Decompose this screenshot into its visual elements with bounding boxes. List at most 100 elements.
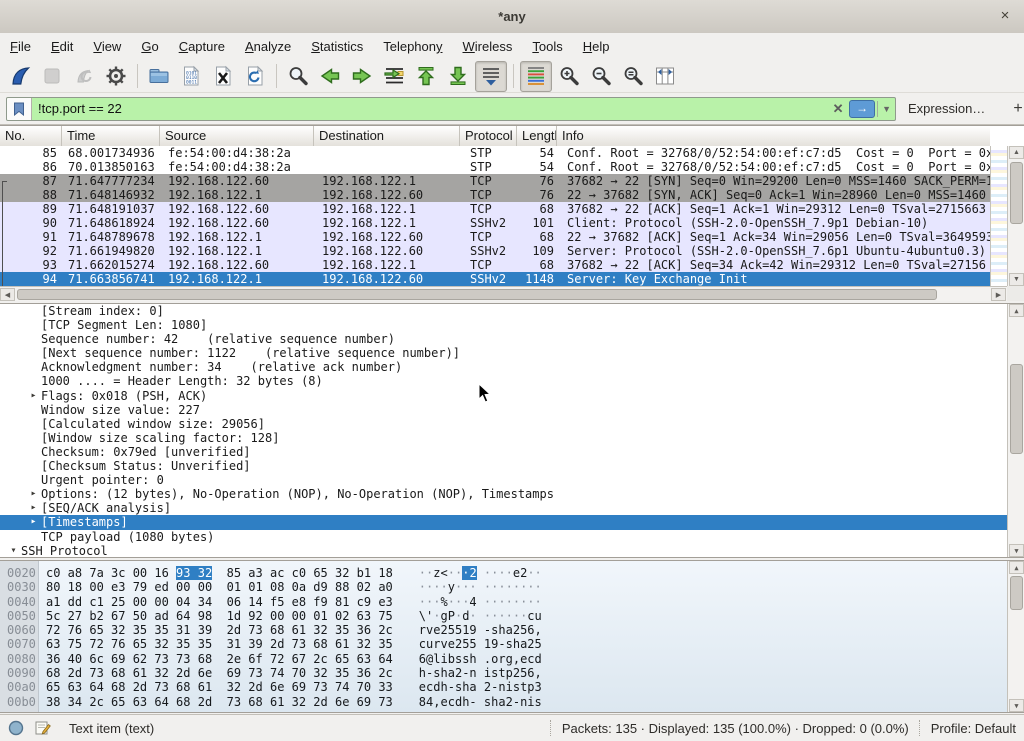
scrollbar-thumb[interactable]	[1010, 162, 1023, 224]
packet-list-hscrollbar[interactable]: ◀ ▶	[0, 286, 1007, 301]
detail-line[interactable]: ▸[Timestamps]	[0, 515, 1024, 529]
hex-bytes[interactable]: 63 75 72 76 65 32 35 35 31 39 2d 73 68 6…	[38, 637, 393, 651]
ascii-bytes[interactable]: rve25519 -sha256,	[393, 623, 542, 637]
reload-file-button[interactable]	[240, 62, 270, 91]
menu-go[interactable]: Go	[131, 35, 168, 58]
go-last-button[interactable]	[443, 62, 473, 91]
scroll-right-button[interactable]: ▶	[991, 288, 1006, 301]
menu-tools[interactable]: Tools	[522, 35, 572, 58]
detail-line[interactable]: Window size value: 227	[0, 403, 1024, 417]
hex-bytes[interactable]: 38 34 2c 65 63 64 68 2d 73 68 61 32 2d 6…	[38, 695, 393, 709]
hex-bytes[interactable]: c0 a8 7a 3c 00 16 93 32 85 a3 ac c0 65 3…	[38, 566, 393, 580]
detail-line[interactable]: [Checksum Status: Unverified]	[0, 459, 1024, 473]
detail-line[interactable]: 1000 .... = Header Length: 32 bytes (8)	[0, 374, 1024, 388]
ascii-bytes[interactable]: curve255 19-sha25	[393, 637, 542, 651]
detail-line[interactable]: [Window size scaling factor: 128]	[0, 431, 1024, 445]
display-filter-input[interactable]	[32, 101, 827, 116]
menu-statistics[interactable]: Statistics	[301, 35, 373, 58]
hex-row-00a0[interactable]: 00a065 63 64 68 2d 73 68 61 32 2d 6e 69 …	[0, 680, 1007, 694]
expression-button[interactable]: Expression…	[908, 101, 985, 116]
scroll-down-button[interactable]: ▼	[1009, 544, 1024, 557]
zoom-original-button[interactable]	[618, 62, 648, 91]
ascii-bytes[interactable]: 84,ecdh- sha2-nis	[393, 695, 542, 709]
hex-bytes[interactable]: 72 76 65 32 35 35 31 39 2d 73 68 61 32 3…	[38, 623, 393, 637]
hex-bytes[interactable]: 65 63 64 68 2d 73 68 61 32 2d 6e 69 73 7…	[38, 680, 393, 694]
packet-row-89[interactable]: 8971.648191037192.168.122.60192.168.122.…	[0, 202, 990, 216]
packet-row-92[interactable]: 9271.661949820192.168.122.1192.168.122.6…	[0, 244, 990, 258]
menu-view[interactable]: View	[83, 35, 131, 58]
go-forward-button[interactable]	[347, 62, 377, 91]
detail-line[interactable]: Sequence number: 42 (relative sequence n…	[0, 332, 1024, 346]
hex-row-0060[interactable]: 006072 76 65 32 35 35 31 39 2d 73 68 61 …	[0, 623, 1007, 637]
scroll-up-button[interactable]: ▲	[1009, 146, 1024, 159]
hex-bytes[interactable]: 5c 27 b2 67 50 ad 64 98 1d 92 00 00 01 0…	[38, 609, 393, 623]
hex-row-00b0[interactable]: 00b038 34 2c 65 63 64 68 2d 73 68 61 32 …	[0, 695, 1007, 709]
scroll-left-button[interactable]: ◀	[0, 288, 15, 301]
expander-open-icon[interactable]: ▾	[6, 544, 21, 558]
column-header-time[interactable]: Time	[62, 126, 160, 146]
scrollbar-thumb[interactable]	[1010, 576, 1023, 610]
detail-line[interactable]: TCP payload (1080 bytes)	[0, 530, 1024, 544]
packet-row-88[interactable]: 8871.648146932192.168.122.1192.168.122.6…	[0, 188, 990, 202]
scrollbar-thumb[interactable]	[17, 289, 937, 300]
detail-line[interactable]: Urgent pointer: 0	[0, 473, 1024, 487]
save-file-button[interactable]: 010101100011	[176, 62, 206, 91]
packet-row-91[interactable]: 9171.648789678192.168.122.1192.168.122.6…	[0, 230, 990, 244]
packet-row-87[interactable]: 8771.647777234192.168.122.60192.168.122.…	[0, 174, 990, 188]
go-back-button[interactable]	[315, 62, 345, 91]
hex-bytes[interactable]: 68 2d 73 68 61 32 2d 6e 69 73 74 70 32 3…	[38, 666, 393, 680]
capture-comment-icon[interactable]	[34, 720, 51, 736]
open-file-button[interactable]	[144, 62, 174, 91]
detail-line[interactable]: ▸Flags: 0x018 (PSH, ACK)	[0, 389, 1024, 403]
display-filter-field[interactable]: ✕ → ▼	[6, 97, 896, 121]
expander-closed-icon[interactable]: ▸	[26, 389, 41, 403]
auto-scroll-button[interactable]	[475, 61, 507, 92]
expander-closed-icon[interactable]: ▸	[26, 487, 41, 501]
resize-columns-button[interactable]	[650, 62, 680, 91]
ascii-bytes[interactable]: h-sha2-n istp256,	[393, 666, 542, 680]
packet-row-85[interactable]: 8568.001734936fe:54:00:d4:38:2aSTP54Conf…	[0, 146, 990, 160]
go-to-packet-button[interactable]	[379, 62, 409, 91]
detail-line[interactable]: [Next sequence number: 1122 (relative se…	[0, 346, 1024, 360]
hex-row-0070[interactable]: 007063 75 72 76 65 32 35 35 31 39 2d 73 …	[0, 637, 1007, 651]
hex-bytes[interactable]: 36 40 6c 69 62 73 73 68 2e 6f 72 67 2c 6…	[38, 652, 393, 666]
detail-line[interactable]: ▸Options: (12 bytes), No-Operation (NOP)…	[0, 487, 1024, 501]
intelligent-scrollbar-minimap[interactable]	[990, 146, 1008, 286]
ascii-bytes[interactable]: \'·gP·d· ······cu	[393, 609, 542, 623]
detail-line[interactable]: [Stream index: 0]	[0, 304, 1024, 318]
details-vscrollbar[interactable]: ▲ ▼	[1007, 304, 1024, 557]
menu-wireless[interactable]: Wireless	[453, 35, 523, 58]
scroll-down-button[interactable]: ▼	[1009, 699, 1024, 712]
close-file-button[interactable]	[208, 62, 238, 91]
scroll-up-button[interactable]: ▲	[1009, 304, 1024, 317]
start-capture-button[interactable]	[5, 62, 35, 91]
expander-closed-icon[interactable]: ▸	[26, 501, 41, 515]
ascii-bytes[interactable]: ecdh-sha 2-nistp3	[393, 680, 542, 694]
close-window-button[interactable]: ×	[996, 7, 1014, 25]
restart-capture-button[interactable]	[69, 62, 99, 91]
detail-line[interactable]: ▸[SEQ/ACK analysis]	[0, 501, 1024, 515]
hex-row-0050[interactable]: 00505c 27 b2 67 50 ad 64 98 1d 92 00 00 …	[0, 609, 1007, 623]
menu-edit[interactable]: Edit	[41, 35, 83, 58]
filter-bookmark-button[interactable]	[7, 98, 32, 120]
stop-capture-button[interactable]	[37, 62, 67, 91]
hex-bytes[interactable]: 80 18 00 e3 79 ed 00 00 01 01 08 0a d9 8…	[38, 580, 393, 594]
column-header-destination[interactable]: Destination	[314, 126, 460, 146]
menu-analyze[interactable]: Analyze	[235, 35, 301, 58]
zoom-in-button[interactable]	[554, 62, 584, 91]
menu-capture[interactable]: Capture	[169, 35, 235, 58]
detail-line[interactable]: [TCP Segment Len: 1080]	[0, 318, 1024, 332]
zoom-out-button[interactable]	[586, 62, 616, 91]
detail-line[interactable]: Checksum: 0x79ed [unverified]	[0, 445, 1024, 459]
packet-row-86[interactable]: 8670.013850163fe:54:00:d4:38:2aSTP54Conf…	[0, 160, 990, 174]
filter-apply-button[interactable]: →	[849, 100, 875, 118]
column-header-length[interactable]: Length	[517, 126, 557, 146]
menu-help[interactable]: Help	[573, 35, 620, 58]
packet-row-90[interactable]: 9071.648618924192.168.122.60192.168.122.…	[0, 216, 990, 230]
add-filter-button[interactable]: +	[1005, 100, 1024, 118]
title-bar[interactable]: *any ×	[0, 0, 1024, 34]
scroll-down-button[interactable]: ▼	[1009, 273, 1024, 286]
capture-options-button[interactable]	[101, 62, 131, 91]
expert-info-icon[interactable]	[8, 720, 24, 736]
hex-dump-body[interactable]: 0020c0 a8 7a 3c 00 16 93 32 85 a3 ac c0 …	[0, 566, 1007, 709]
